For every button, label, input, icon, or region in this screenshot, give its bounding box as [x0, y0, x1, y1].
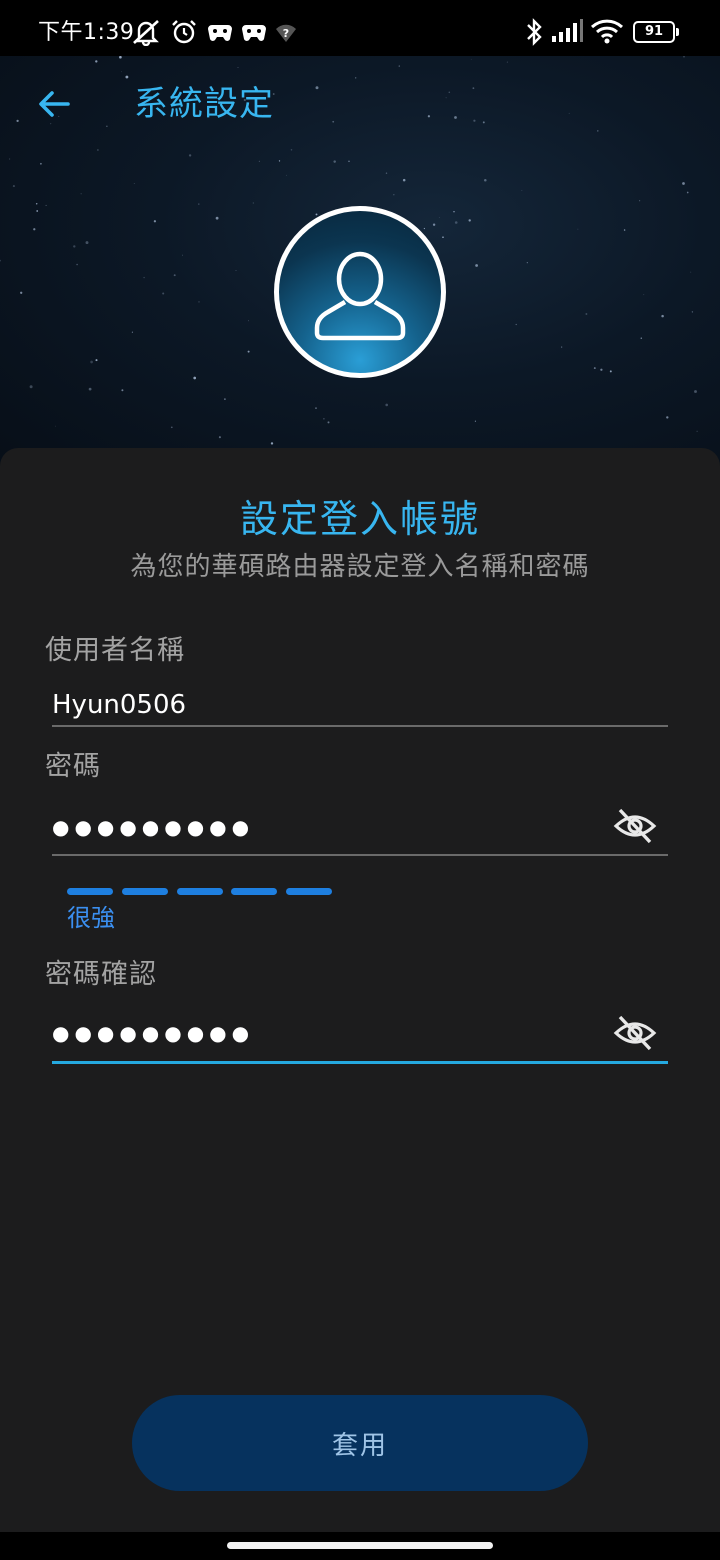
strength-bar: [122, 888, 168, 895]
password-underline: [52, 854, 668, 856]
arrow-left-icon: [39, 91, 70, 117]
person-icon: [314, 251, 406, 341]
alarm-icon: [172, 20, 196, 44]
status-bar: 下午1:39 ? 91: [0, 0, 720, 56]
password-strength-label: 很強: [67, 904, 115, 932]
username-label: 使用者名稱: [45, 635, 185, 666]
mute-icon: [133, 20, 159, 46]
password-field[interactable]: ●●●●●●●●●: [52, 804, 668, 850]
password-strength-meter: [67, 888, 337, 896]
eye-off-icon[interactable]: [612, 1013, 658, 1053]
confirm-password-field[interactable]: ●●●●●●●●●: [52, 1010, 668, 1056]
wifi-icon: [590, 19, 624, 44]
confirm-password-label: 密碼確認: [45, 959, 157, 990]
strength-bar: [286, 888, 332, 895]
gamepad-icon: [208, 25, 232, 41]
bluetooth-icon: [527, 18, 542, 46]
page-title: 系統設定: [134, 84, 274, 124]
battery-tip: [676, 28, 679, 36]
battery-icon: 91: [633, 21, 675, 43]
confirm-password-underline: [52, 1061, 668, 1064]
strength-bar: [67, 888, 113, 895]
card-subtitle: 為您的華碩路由器設定登入名稱和密碼: [130, 552, 590, 582]
strength-bar: [231, 888, 277, 895]
password-label: 密碼: [45, 751, 101, 782]
card-title: 設定登入帳號: [239, 497, 480, 541]
back-button[interactable]: [26, 80, 82, 128]
home-gesture-handle[interactable]: [227, 1542, 493, 1549]
battery-level: 91: [644, 24, 664, 39]
strength-bar: [177, 888, 223, 895]
avatar: [274, 206, 446, 378]
gamepad-icon: [242, 25, 266, 41]
username-underline: [52, 725, 668, 727]
username-field[interactable]: [52, 682, 668, 728]
signal-icon: [552, 19, 583, 42]
status-time: 下午1:39: [38, 20, 135, 45]
apply-button[interactable]: 套用: [132, 1395, 588, 1491]
svg-text:?: ?: [283, 27, 289, 40]
eye-off-icon[interactable]: [612, 806, 658, 846]
wifi-question-icon: ?: [276, 24, 296, 42]
